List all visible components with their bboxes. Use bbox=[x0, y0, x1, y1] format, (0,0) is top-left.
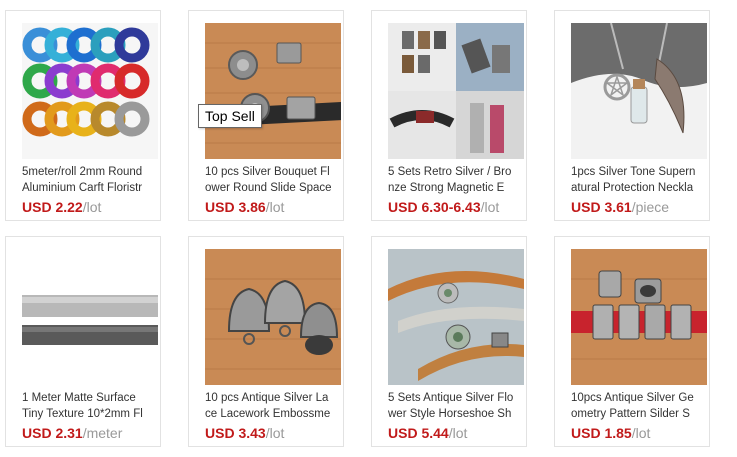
price-unit: /lot bbox=[448, 425, 468, 441]
product-image[interactable] bbox=[22, 249, 158, 385]
product-title[interactable]: 10 pcs Antique Silver La ce Lacework Emb… bbox=[205, 390, 343, 422]
price-unit: /piece bbox=[631, 199, 670, 215]
product-title[interactable]: 10pcs Antique Silver Ge ometry Pattern S… bbox=[571, 390, 709, 422]
product-card[interactable]: 1 Meter Matte Surface Tiny Texture 10*2m… bbox=[5, 236, 161, 447]
product-title-line: Aluminium Carft Floristr bbox=[22, 182, 143, 194]
product-title-line: 10 pcs Antique Silver La bbox=[205, 392, 329, 404]
product-title-line: nze Strong Magnetic E bbox=[388, 182, 505, 194]
product-card[interactable]: 1pcs Silver Tone Supern atural Protectio… bbox=[554, 10, 710, 221]
product-image[interactable] bbox=[571, 23, 707, 159]
product-title-line: ometry Pattern Silder S bbox=[571, 408, 690, 420]
price-unit: /lot bbox=[631, 425, 651, 441]
price-unit: /lot bbox=[480, 199, 500, 215]
price-value: USD 2.31 bbox=[22, 425, 83, 441]
product-title-line: 1 Meter Matte Surface bbox=[22, 392, 136, 404]
product-price: USD 3.43/lot bbox=[205, 424, 284, 442]
product-title-line: 5 Sets Retro Silver / Bro bbox=[388, 166, 512, 178]
product-card[interactable]: 10pcs Antique Silver Ge ometry Pattern S… bbox=[554, 236, 710, 447]
product-title-line: atural Protection Neckla bbox=[571, 182, 694, 194]
product-price: USD 3.86/lot bbox=[205, 198, 284, 216]
price-value: USD 3.61 bbox=[571, 199, 632, 215]
product-image[interactable] bbox=[388, 23, 524, 159]
product-title-line: 5 Sets Antique Silver Flo bbox=[388, 392, 514, 404]
product-title[interactable]: 1 Meter Matte Surface Tiny Texture 10*2m… bbox=[22, 390, 160, 422]
product-card[interactable]: 10 pcs Antique Silver La ce Lacework Emb… bbox=[188, 236, 344, 447]
product-title-line: Tiny Texture 10*2mm Fl bbox=[22, 408, 143, 420]
product-title-line: ce Lacework Embossme bbox=[205, 408, 331, 420]
price-unit: /lot bbox=[82, 199, 102, 215]
tooltip: Top Sell bbox=[198, 104, 262, 128]
product-image[interactable] bbox=[388, 249, 524, 385]
product-price: USD 2.31/meter bbox=[22, 424, 122, 442]
price-value: USD 1.85 bbox=[571, 425, 632, 441]
product-grid: 5meter/roll 2mm Round Aluminium Carft Fl… bbox=[0, 0, 737, 457]
product-image[interactable] bbox=[205, 249, 341, 385]
price-value: USD 3.86 bbox=[205, 199, 266, 215]
product-title-line: 10 pcs Silver Bouquet Fl bbox=[205, 166, 330, 178]
product-title[interactable]: 5meter/roll 2mm Round Aluminium Carft Fl… bbox=[22, 164, 160, 196]
product-image[interactable] bbox=[205, 23, 341, 159]
product-title-line: 10pcs Antique Silver Ge bbox=[571, 392, 694, 404]
price-unit: /lot bbox=[265, 425, 285, 441]
product-image[interactable] bbox=[571, 249, 707, 385]
product-title[interactable]: 10 pcs Silver Bouquet Fl ower Round Slid… bbox=[205, 164, 343, 196]
price-value: USD 3.43 bbox=[205, 425, 266, 441]
product-card[interactable]: 5 Sets Retro Silver / Bro nze Strong Mag… bbox=[371, 10, 527, 221]
product-price: USD 3.61/piece bbox=[571, 198, 669, 216]
product-card[interactable]: 5meter/roll 2mm Round Aluminium Carft Fl… bbox=[5, 10, 161, 221]
product-title[interactable]: 5 Sets Antique Silver Flo wer Style Hors… bbox=[388, 390, 526, 422]
product-price: USD 6.30-6.43/lot bbox=[388, 198, 499, 216]
product-title[interactable]: 1pcs Silver Tone Supern atural Protectio… bbox=[571, 164, 709, 196]
product-price: USD 5.44/lot bbox=[388, 424, 467, 442]
price-value: USD 5.44 bbox=[388, 425, 449, 441]
price-value: USD 6.30-6.43 bbox=[388, 199, 481, 215]
price-unit: /meter bbox=[82, 425, 123, 441]
product-price: USD 1.85/lot bbox=[571, 424, 650, 442]
product-title[interactable]: 5 Sets Retro Silver / Bro nze Strong Mag… bbox=[388, 164, 526, 196]
product-title-line: wer Style Horseshoe Sh bbox=[388, 408, 512, 420]
product-title-line: 1pcs Silver Tone Supern bbox=[571, 166, 696, 178]
price-value: USD 2.22 bbox=[22, 199, 83, 215]
product-image[interactable] bbox=[22, 23, 158, 159]
price-unit: /lot bbox=[265, 199, 285, 215]
product-title-line: 5meter/roll 2mm Round bbox=[22, 166, 143, 178]
product-card[interactable]: 5 Sets Antique Silver Flo wer Style Hors… bbox=[371, 236, 527, 447]
product-price: USD 2.22/lot bbox=[22, 198, 101, 216]
product-title-line: ower Round Slide Space bbox=[205, 182, 332, 194]
